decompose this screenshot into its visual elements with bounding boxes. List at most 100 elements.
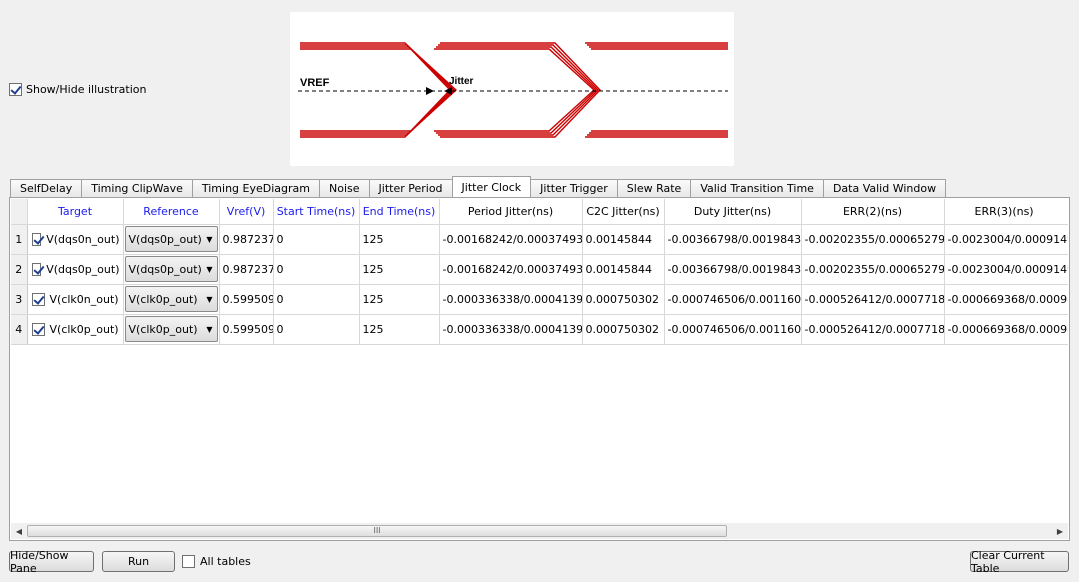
col-header-target[interactable]: Target <box>27 199 124 225</box>
all-tables-toggle[interactable]: All tables <box>182 555 251 568</box>
target-value: V(dqs0n_out) <box>46 232 120 246</box>
chevron-down-icon: ▼ <box>206 324 213 334</box>
err2-cell: -0.00202355/0.000652796 <box>801 224 945 255</box>
target-value: V(clk0p_out) <box>49 322 119 336</box>
start-time-cell[interactable]: 0 <box>273 284 360 315</box>
period-jitter-cell: -0.000336338/0.000413964 <box>439 284 583 315</box>
row-enable-checkbox[interactable] <box>31 322 45 336</box>
target-value: V(clk0n_out) <box>49 292 119 306</box>
reference-cell[interactable]: V(dqs0p_out) ▼ <box>123 254 220 285</box>
results-table: Target Reference Vref(V) Start Time(ns) … <box>11 199 1068 345</box>
tab-data-valid-window[interactable]: Data Valid Window <box>822 179 947 198</box>
show-hide-illustration-checkbox[interactable] <box>9 83 22 96</box>
chevron-down-icon: ▼ <box>206 264 213 274</box>
reference-dropdown[interactable]: V(dqs0p_out) ▼ <box>124 256 218 282</box>
tab-noise[interactable]: Noise <box>319 179 370 198</box>
end-time-cell[interactable]: 125 <box>359 254 440 285</box>
reference-value: V(clk0p_out) <box>128 322 198 336</box>
tab-timing-clipwave[interactable]: Timing ClipWave <box>81 179 193 198</box>
col-header-reference[interactable]: Reference <box>123 199 220 225</box>
row-number-header <box>11 199 28 225</box>
show-hide-illustration-toggle[interactable]: Show/Hide illustration <box>9 83 146 96</box>
tab-jitter-trigger[interactable]: Jitter Trigger <box>530 179 618 198</box>
chevron-down-icon: ▼ <box>206 234 213 244</box>
col-header-end-time[interactable]: End Time(ns) <box>359 199 440 225</box>
row-enable-checkbox[interactable] <box>31 232 42 246</box>
clear-current-table-button[interactable]: Clear Current Table <box>970 549 1069 575</box>
table-row[interactable]: 3 V(clk0n_out) V(clk0p_out) ▼ 0.599509 0 … <box>11 284 1068 315</box>
reference-dropdown[interactable]: V(clk0p_out) ▼ <box>124 286 218 312</box>
row-number: 2 <box>11 254 28 285</box>
duty-jitter-cell: -0.00366798/0.00198431 <box>664 254 802 285</box>
duty-jitter-cell: -0.00366798/0.00198431 <box>664 224 802 255</box>
c2c-jitter-cell: 0.00145844 <box>582 254 665 285</box>
vref-cell[interactable]: 0.987237 <box>219 254 274 285</box>
all-tables-label: All tables <box>200 555 251 568</box>
tab-jitter-period[interactable]: Jitter Period <box>368 179 453 198</box>
col-header-start-time[interactable]: Start Time(ns) <box>273 199 360 225</box>
err3-cell: -0.000669368/0.000986711 <box>944 314 1068 345</box>
start-time-cell[interactable]: 0 <box>273 314 360 345</box>
col-header-err3[interactable]: ERR(3)(ns) <box>944 199 1068 225</box>
err2-cell: -0.000526412/0.000771895 <box>801 314 945 345</box>
tab-slew-rate[interactable]: Slew Rate <box>616 179 692 198</box>
show-hide-illustration-label: Show/Hide illustration <box>26 83 147 96</box>
c2c-jitter-cell: 0.000750302 <box>582 314 665 345</box>
period-jitter-cell: -0.000336338/0.000413964 <box>439 314 583 345</box>
col-header-c2c-jitter[interactable]: C2C Jitter(ns) <box>582 199 665 225</box>
c2c-jitter-cell: 0.00145844 <box>582 224 665 255</box>
err3-cell: -0.0023004/0.000914959 <box>944 224 1068 255</box>
target-cell[interactable]: V(clk0n_out) <box>27 284 124 315</box>
tab-timing-eyediagram[interactable]: Timing EyeDiagram <box>191 179 320 198</box>
reference-dropdown[interactable]: V(dqs0p_out) ▼ <box>124 226 218 252</box>
target-cell[interactable]: V(clk0p_out) <box>27 314 124 345</box>
target-value: V(dqs0p_out) <box>46 262 120 276</box>
jitter-clock-illustration: VREF Jitter <box>290 12 734 166</box>
start-time-cell[interactable]: 0 <box>273 254 360 285</box>
run-button[interactable]: Run <box>102 551 175 572</box>
start-time-cell[interactable]: 0 <box>273 224 360 255</box>
reference-dropdown[interactable]: V(clk0p_out) ▼ <box>124 316 218 342</box>
scrollbar-thumb[interactable]: III <box>27 525 727 537</box>
row-enable-checkbox[interactable] <box>31 262 42 276</box>
row-number: 3 <box>11 284 28 315</box>
reference-value: V(dqs0p_out) <box>128 262 202 276</box>
scroll-left-icon[interactable]: ◀ <box>11 527 27 536</box>
period-jitter-cell: -0.00168242/0.000374933 <box>439 254 583 285</box>
horizontal-scrollbar[interactable]: ◀ III ▶ <box>11 523 1068 539</box>
reference-cell[interactable]: V(clk0p_out) ▼ <box>123 284 220 315</box>
scrollbar-track[interactable]: III <box>27 524 1052 538</box>
reference-cell[interactable]: V(dqs0p_out) ▼ <box>123 224 220 255</box>
duty-jitter-cell: -0.000746506/0.00116047 <box>664 314 802 345</box>
table-row[interactable]: 1 V(dqs0n_out) V(dqs0p_out) ▼ 0.987237 0 … <box>11 224 1068 255</box>
jitter-label: Jitter <box>449 76 474 87</box>
col-header-period-jitter[interactable]: Period Jitter(ns) <box>439 199 583 225</box>
col-header-err2[interactable]: ERR(2)(ns) <box>801 199 945 225</box>
row-enable-checkbox[interactable] <box>31 292 45 306</box>
reference-cell[interactable]: V(clk0p_out) ▼ <box>123 314 220 345</box>
tab-jitter-clock[interactable]: Jitter Clock <box>451 176 532 197</box>
reference-value: V(dqs0p_out) <box>128 232 202 246</box>
end-time-cell[interactable]: 125 <box>359 284 440 315</box>
tab-valid-transition-time[interactable]: Valid Transition Time <box>690 179 824 198</box>
vref-cell[interactable]: 0.599509 <box>219 314 274 345</box>
all-tables-checkbox[interactable] <box>182 555 195 568</box>
row-number: 4 <box>11 314 28 345</box>
tab-selfdelay[interactable]: SelfDelay <box>10 179 83 198</box>
scrollbar-grip: III <box>373 526 381 535</box>
vref-cell[interactable]: 0.987237 <box>219 224 274 255</box>
err2-cell: -0.000526412/0.000771895 <box>801 284 945 315</box>
end-time-cell[interactable]: 125 <box>359 314 440 345</box>
col-header-vref[interactable]: Vref(V) <box>219 199 274 225</box>
target-cell[interactable]: V(dqs0p_out) <box>27 254 124 285</box>
table-row[interactable]: 4 V(clk0p_out) V(clk0p_out) ▼ 0.599509 0 … <box>11 314 1068 345</box>
err3-cell: -0.000669368/0.000986711 <box>944 284 1068 315</box>
col-header-duty-jitter[interactable]: Duty Jitter(ns) <box>664 199 802 225</box>
scroll-right-icon[interactable]: ▶ <box>1052 527 1068 536</box>
vref-cell[interactable]: 0.599509 <box>219 284 274 315</box>
end-time-cell[interactable]: 125 <box>359 224 440 255</box>
table-row[interactable]: 2 V(dqs0p_out) V(dqs0p_out) ▼ 0.987237 0 … <box>11 254 1068 285</box>
hide-show-pane-button[interactable]: Hide/Show Pane <box>9 549 94 575</box>
target-cell[interactable]: V(dqs0n_out) <box>27 224 124 255</box>
reference-value: V(clk0p_out) <box>128 292 198 306</box>
